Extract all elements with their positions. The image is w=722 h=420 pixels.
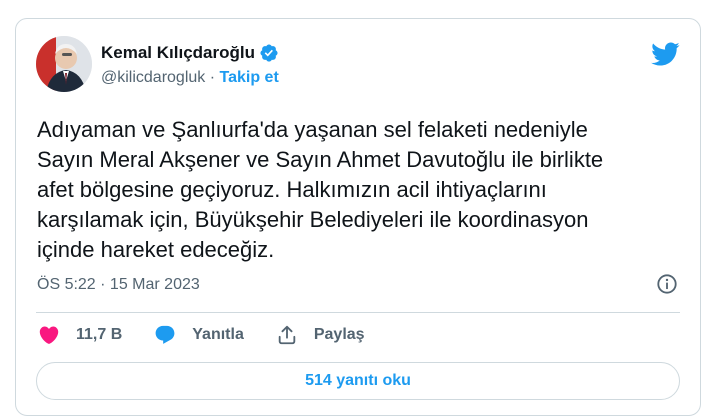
share-button[interactable]: Paylaş bbox=[276, 324, 365, 346]
tweet-text: Adıyaman ve Şanlıurfa'da yaşanan sel fel… bbox=[37, 117, 604, 262]
author-name[interactable]: Kemal Kılıçdaroğlu bbox=[101, 43, 255, 63]
info-icon[interactable] bbox=[656, 273, 678, 295]
author-handle-row: @kilicdarogluk · Takip et bbox=[101, 69, 279, 87]
reply-bubble-icon bbox=[155, 325, 175, 344]
read-replies-label: 514 yanıtı oku bbox=[305, 372, 411, 389]
author-handle[interactable]: @kilicdarogluk bbox=[101, 69, 205, 86]
reply-label: Yanıtla bbox=[192, 326, 244, 343]
tweet-card: Kemal Kılıçdaroğlu @kilicdarogluk · Taki… bbox=[15, 18, 701, 416]
action-bar: 11,7 B Yanıtla Paylaş bbox=[38, 322, 397, 348]
heart-icon bbox=[39, 326, 59, 344]
like-button[interactable]: 11,7 B bbox=[38, 324, 122, 346]
avatar[interactable] bbox=[36, 36, 92, 92]
handle-separator: · bbox=[205, 69, 220, 86]
read-replies-button[interactable]: 514 yanıtı oku bbox=[36, 362, 680, 400]
divider bbox=[36, 312, 680, 313]
author-name-row: Kemal Kılıçdaroğlu bbox=[101, 43, 279, 63]
tweet-timestamp[interactable]: ÖS 5:22 · 15 Mar 2023 bbox=[37, 276, 200, 294]
verified-badge-icon bbox=[260, 44, 278, 62]
avatar-image bbox=[36, 36, 92, 92]
share-upload-icon bbox=[278, 325, 296, 345]
share-label: Paylaş bbox=[313, 326, 365, 343]
like-count: 11,7 B bbox=[76, 326, 123, 343]
follow-button[interactable]: Takip et bbox=[220, 69, 279, 86]
reply-button[interactable]: Yanıtla bbox=[154, 324, 244, 346]
twitter-bird-icon[interactable] bbox=[650, 39, 680, 69]
